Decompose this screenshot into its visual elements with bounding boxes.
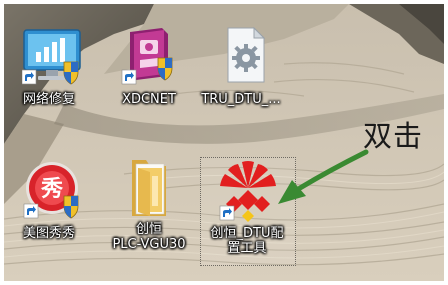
annotation-double-click-label: 双击 [363,119,424,153]
desktop-screenshot: 网络修复 XDCNET TRU_DTU_... 秀 美图秀秀 创恒 PLC-VG… [0,0,448,285]
